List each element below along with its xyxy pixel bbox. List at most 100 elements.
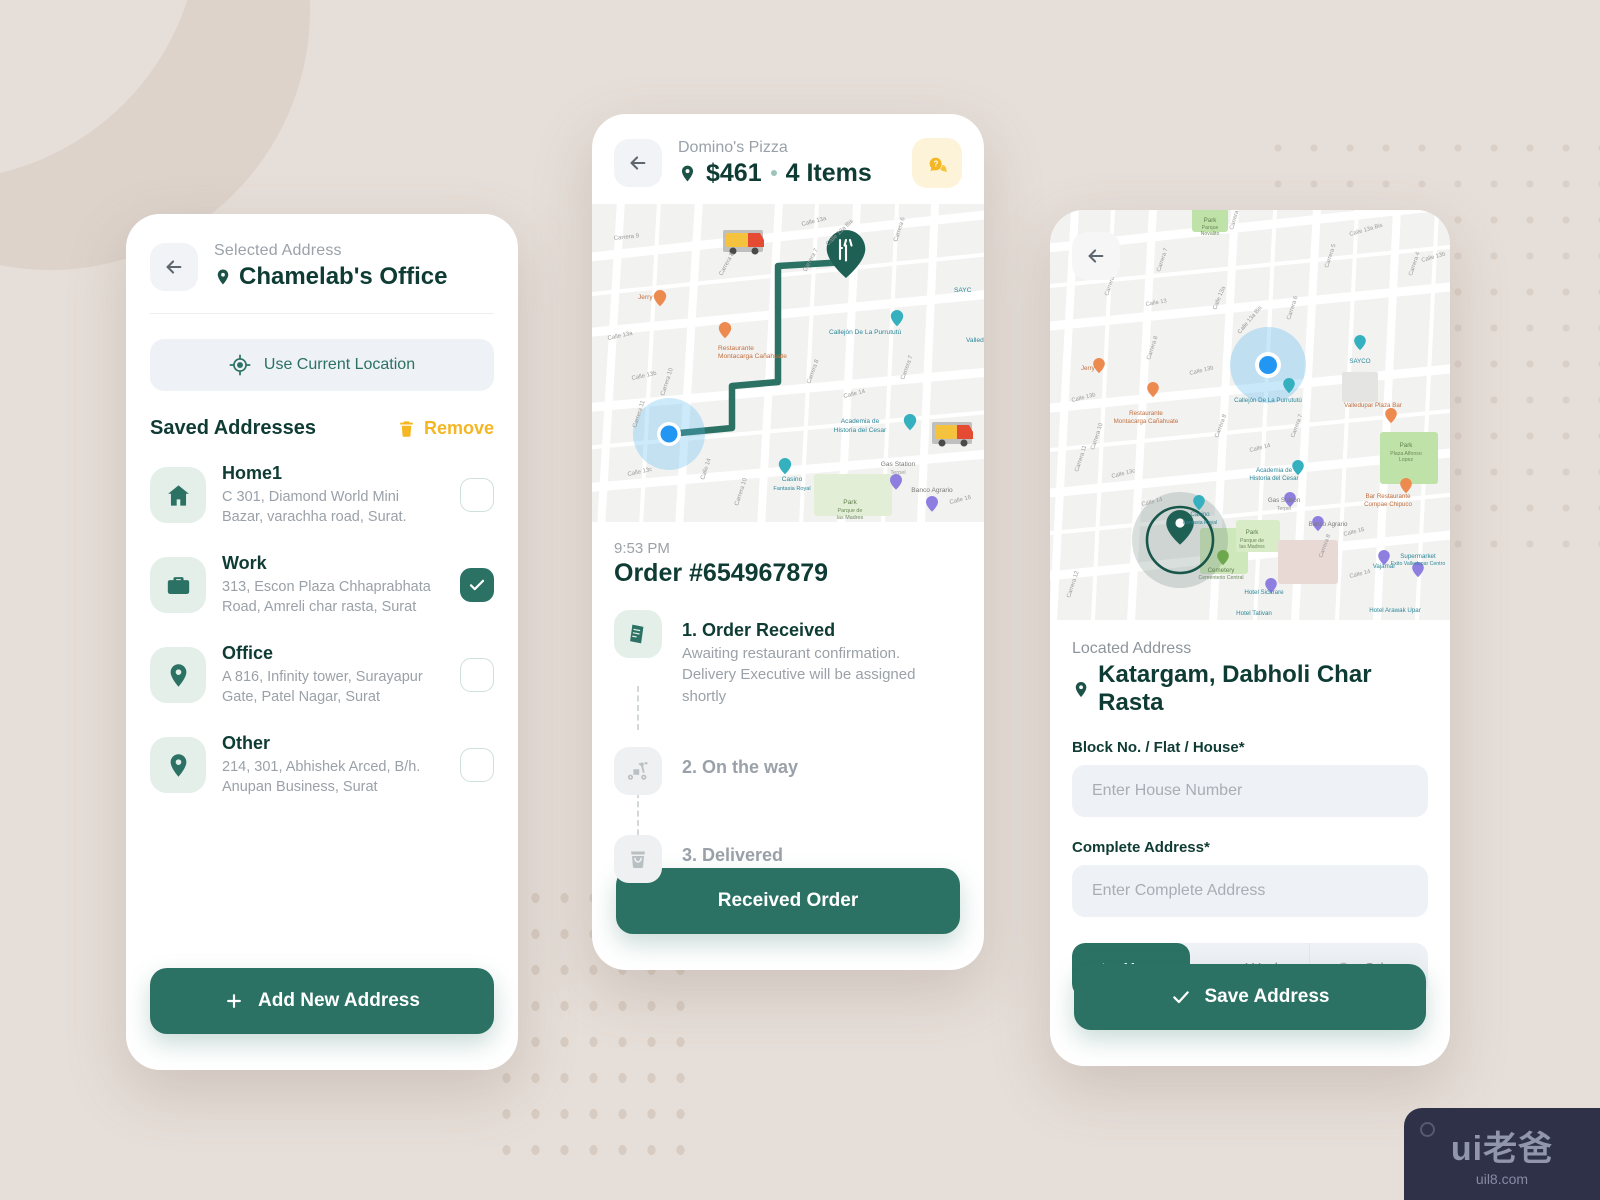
arrow-left-icon (630, 156, 646, 170)
map-place-label: SAYC (954, 287, 972, 294)
address-text: A 816, Infinity tower, Surayapur Gate, P… (222, 669, 423, 705)
save-address-label: Save Address (1204, 986, 1330, 1007)
map-place-label: Park (843, 499, 857, 506)
order-status-steps: 1. Order Received Awaiting restaurant co… (614, 610, 962, 883)
address-checkbox[interactable] (460, 748, 494, 782)
received-order-label: Received Order (717, 890, 859, 911)
bag-icon-wrap (614, 834, 662, 883)
map-place-label: Park (1246, 529, 1260, 536)
map-place-label: Park (1400, 442, 1414, 449)
complete-address-input[interactable]: Enter Complete Address (1072, 865, 1428, 917)
delivery-truck-marker-1 (723, 230, 764, 255)
map-canvas: Carrera 9 Carrera 8 Carrera 7 Calle 13a … (592, 204, 984, 522)
add-new-address-button[interactable]: Add New Address (150, 968, 494, 1034)
map-place-label: Bar Restaurante (1365, 493, 1411, 500)
saved-addresses-title: Saved Addresses (150, 417, 317, 439)
location-picker-map[interactable]: Carrera 7 Calle 13 Calle 13a Calle 13a B… (1050, 210, 1450, 620)
house-number-input[interactable]: Enter House Number (1072, 765, 1428, 817)
located-address-form: Located Address Katargam, Dabholi Char R… (1050, 620, 1450, 917)
back-button[interactable] (150, 242, 198, 291)
list-item[interactable]: Work 313, Escon Plaza Chhaprabhata Road,… (150, 540, 494, 630)
list-item[interactable]: Home1 C 301, Diamond World Mini Bazar, v… (150, 450, 494, 540)
map-place-label: SAYCO (1349, 358, 1370, 365)
order-step-received: 1. Order Received Awaiting restaurant co… (614, 610, 962, 707)
address-checkbox[interactable] (460, 478, 494, 512)
order-tracking-screen: Domino's Pizza $461 4 Items ? Carrera 9 … (592, 114, 984, 970)
selected-address-title: Chamelab's Office (239, 263, 448, 290)
map-place-label: Valledupar Plaza Bar (1344, 402, 1402, 409)
map-place-label: Jerry (1081, 365, 1096, 372)
block-field-label: Block No. / Flat / House* (1072, 739, 1245, 756)
map-place-label: Compae Chipuco (1364, 501, 1412, 508)
address-header-text: Selected Address Chamelab's Office (214, 242, 447, 291)
located-address-eyebrow: Located Address (1072, 640, 1192, 657)
address-header: Selected Address Chamelab's Office (126, 214, 518, 291)
map-place-label: Park (1204, 217, 1218, 224)
remove-button[interactable]: Remove (397, 418, 494, 439)
selected-address-title-row: Chamelab's Office (214, 263, 447, 291)
saved-addresses-header: Saved Addresses Remove (150, 417, 494, 440)
arrow-left-icon (166, 259, 182, 274)
map-place-label: Vajamar (1373, 563, 1396, 570)
map-place-label: Restaurante (718, 345, 754, 352)
order-price: $461 (706, 158, 762, 187)
address-label: Office (222, 643, 274, 663)
delivery-truck-marker-2 (932, 422, 973, 447)
watermark-main: ui老爸 (1450, 1130, 1554, 1168)
located-address-title-row: Katargam, Dabholi Char Rasta (1072, 661, 1428, 717)
map-place-label: Casino (782, 476, 803, 483)
gps-target-icon (229, 354, 251, 376)
tracking-header-text: Domino's Pizza $461 4 Items (678, 139, 872, 188)
delivery-route-map[interactable]: Carrera 9 Carrera 8 Carrera 7 Calle 13a … (592, 204, 984, 522)
current-location-dot (1259, 356, 1277, 374)
house-number-placeholder: Enter House Number (1092, 782, 1243, 799)
save-address-button[interactable]: Save Address (1074, 964, 1426, 1030)
list-item[interactable]: Other 214, 301, Abhishek Arced, B/h. Anu… (150, 720, 494, 810)
complete-address-placeholder: Enter Complete Address (1092, 882, 1266, 899)
map-place-label: Casino (1190, 511, 1210, 518)
map-place-label: Valledup (966, 337, 984, 344)
home-icon (167, 484, 189, 506)
map-place-label: Supermarket (1400, 553, 1436, 560)
address-text: 214, 301, Abhishek Arced, B/h. Anupan Bu… (222, 759, 421, 795)
address-checkbox[interactable] (460, 568, 494, 602)
back-button[interactable] (1072, 232, 1120, 280)
address-checkbox[interactable] (460, 658, 494, 692)
help-chat-icon: ? (929, 157, 947, 172)
address-text: C 301, Diamond World Mini Bazar, varachh… (222, 489, 407, 525)
located-address-title: Katargam, Dabholi Char Rasta (1098, 661, 1372, 716)
address-text: 313, Escon Plaza Chhaprabhata Road, Amre… (222, 579, 431, 615)
use-current-location-button[interactable]: Use Current Location (150, 339, 494, 391)
order-time: 9:53 PM (614, 540, 670, 557)
locate-address-screen: Carrera 7 Calle 13 Calle 13a Calle 13a B… (1050, 210, 1450, 1066)
map-place-label: Cementerio Central (1199, 575, 1244, 581)
address-body: Work 313, Escon Plaza Chhaprabhata Road,… (222, 553, 444, 617)
map-place-label: Gas Station (881, 461, 916, 468)
restaurant-name: Domino's Pizza (678, 138, 788, 156)
map-place-label: Lopez (1399, 457, 1414, 463)
map-place-label: Novalito (1201, 231, 1220, 237)
watermark-sub: uil8.com (1475, 1171, 1529, 1187)
address-type-icon-wrap (150, 737, 206, 793)
help-button[interactable]: ? (912, 138, 962, 188)
map-place-label: Montacarga Cañahuate (718, 353, 787, 360)
step-title: 1. Order Received (682, 620, 836, 640)
block-area (1342, 372, 1378, 402)
step-subtitle-line-1: Awaiting restaurant confirmation. (682, 645, 901, 662)
order-item-count: 4 Items (785, 158, 872, 187)
map-place-label: Historia del Cesar (1249, 475, 1298, 482)
map-pin-icon (170, 753, 186, 777)
order-step-received-body: 1. Order Received Awaiting restaurant co… (682, 610, 962, 707)
received-order-button[interactable]: Received Order (616, 868, 960, 934)
step-subtitle-line-2: Delivery Executive will be assigned shor… (682, 666, 916, 705)
map-place-label: Gas Station (1268, 497, 1301, 504)
receipt-icon-wrap (614, 610, 662, 658)
map-place-label: Callejón De La Purrututú (829, 329, 902, 336)
order-step-on-the-way: 2. On the way (614, 746, 962, 795)
block-area (1278, 540, 1338, 584)
bag-icon (631, 851, 645, 868)
plus-icon (227, 994, 241, 1008)
list-item[interactable]: Office A 816, Infinity tower, Surayapur … (150, 630, 494, 720)
back-button[interactable] (614, 139, 662, 187)
saved-addresses-screen: Selected Address Chamelab's Office Use C… (126, 214, 518, 1070)
